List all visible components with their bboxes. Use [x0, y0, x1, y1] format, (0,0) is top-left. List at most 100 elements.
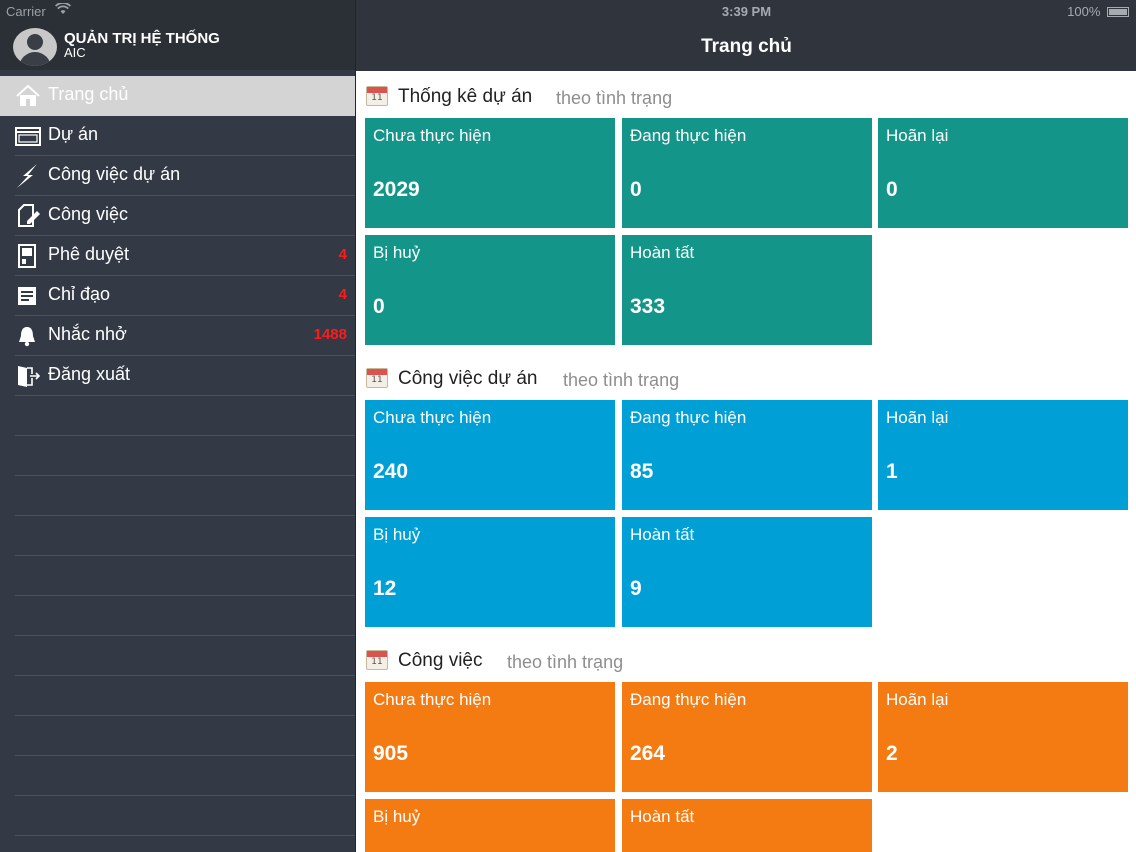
sidebar-item-nhac-nho[interactable]: Nhắc nhở 1488	[15, 316, 355, 356]
sidebar-item-dang-xuat[interactable]: Đăng xuất	[15, 356, 355, 396]
avatar-icon	[13, 28, 57, 66]
sidebar-item-cong-viec-du-an[interactable]: Công việc dự án	[15, 156, 355, 196]
main-content: 3:39 PM 100% Trang chủ 11 Thống kê dự án…	[355, 0, 1136, 852]
stat-tile-completed[interactable]: Hoàn tất	[622, 799, 872, 852]
sidebar-item-label: Chỉ đạo	[48, 284, 111, 304]
section-subtitle: theo tình trạng	[507, 652, 624, 672]
tile-value: 2	[886, 742, 898, 765]
menu-separator	[15, 396, 355, 436]
calendar-icon: 11	[366, 650, 388, 670]
section-subtitle: theo tình trạng	[563, 370, 680, 390]
tile-value: 0	[373, 295, 385, 318]
sidebar-item-chi-dao[interactable]: Chỉ đạo 4	[15, 276, 355, 316]
tile-value: 2029	[373, 178, 420, 201]
section-title: Công việc dự án	[398, 368, 538, 389]
tile-value: 240	[373, 460, 409, 483]
tile-value: 905	[373, 742, 409, 765]
section-title: Thống kê dự án	[398, 86, 533, 107]
tile-value: 85	[630, 460, 654, 483]
tile-label: Hoãn lại	[886, 408, 949, 427]
tile-value: 1	[886, 460, 898, 483]
sidebar-item-label: Đăng xuất	[48, 364, 131, 384]
stat-tile-completed[interactable]: Hoàn tất 333	[622, 235, 872, 345]
tile-label: Hoàn tất	[630, 807, 695, 826]
stat-tile-not-started[interactable]: Chưa thực hiện 240	[365, 400, 615, 510]
battery-icon	[1107, 7, 1129, 17]
tile-label: Bị huỷ	[373, 243, 421, 262]
sidebar-item-phe-duyet[interactable]: Phê duyệt 4	[15, 236, 355, 276]
navigation-bar: 3:39 PM 100% Trang chủ	[356, 0, 1136, 71]
home-icon	[15, 84, 41, 108]
stat-tile-not-started[interactable]: Chưa thực hiện 905	[365, 682, 615, 792]
tile-label: Hoãn lại	[886, 126, 949, 145]
menu-separator	[15, 516, 355, 556]
list-icon	[15, 284, 41, 308]
tile-label: Hoàn tất	[630, 243, 695, 262]
tile-label: Bị huỷ	[373, 807, 421, 826]
stat-tile-in-progress[interactable]: Đang thực hiện 0	[622, 118, 872, 228]
tile-value: 12	[373, 577, 397, 600]
user-name: QUẢN TRỊ HỆ THỐNG	[64, 30, 220, 47]
logout-icon	[15, 364, 41, 388]
menu-separator	[15, 756, 355, 796]
tile-label: Hoãn lại	[886, 690, 949, 709]
menu-separator	[15, 796, 355, 836]
user-org: AIC	[64, 45, 86, 60]
status-bar-left: Carrier	[0, 0, 355, 22]
stat-tile-postponed[interactable]: Hoãn lại 0	[878, 118, 1128, 228]
sidebar-item-cong-viec[interactable]: Công việc	[15, 196, 355, 236]
sidebar: Carrier QUẢN TRỊ HỆ THỐNG AIC Trang chủ …	[0, 0, 355, 852]
stat-tile-postponed[interactable]: Hoãn lại 1	[878, 400, 1128, 510]
lightning-icon	[15, 164, 41, 188]
menu-separator	[15, 676, 355, 716]
section-subtitle: theo tình trạng	[556, 88, 673, 108]
stat-tile-postponed[interactable]: Hoãn lại 2	[878, 682, 1128, 792]
tile-label: Chưa thực hiện	[373, 408, 492, 427]
calendar-icon: 11	[366, 368, 388, 388]
menu-separator	[15, 636, 355, 676]
approval-icon	[15, 244, 41, 268]
sidebar-item-label: Công việc dự án	[48, 164, 181, 184]
sidebar-item-label: Dự án	[48, 124, 99, 144]
tile-label: Đang thực hiện	[630, 408, 747, 427]
tile-label: Hoàn tất	[630, 525, 695, 544]
page-title: Trang chủ	[701, 36, 792, 57]
stat-tile-cancelled[interactable]: Bị huỷ 0	[365, 235, 615, 345]
sidebar-item-label: Trang chủ	[48, 84, 129, 104]
menu-separator	[15, 476, 355, 516]
menu-separator	[15, 836, 355, 852]
tile-value: 333	[630, 295, 666, 318]
stat-tile-in-progress[interactable]: Đang thực hiện 85	[622, 400, 872, 510]
sidebar-item-du-an[interactable]: Dự án	[15, 116, 355, 156]
battery-label: 100%	[1067, 4, 1101, 19]
battery-indicator: 100%	[1067, 4, 1129, 19]
sidebar-item-label: Phê duyệt	[48, 244, 130, 264]
count-badge: 4	[338, 286, 347, 303]
stat-tile-not-started[interactable]: Chưa thực hiện 2029	[365, 118, 615, 228]
stat-tile-cancelled[interactable]: Bị huỷ 12	[365, 517, 615, 627]
menu-separator	[15, 716, 355, 756]
status-time: 3:39 PM	[721, 4, 772, 19]
stat-tile-in-progress[interactable]: Đang thực hiện 264	[622, 682, 872, 792]
tile-value: 0	[630, 178, 642, 201]
edit-document-icon	[15, 204, 41, 228]
tile-value: 264	[630, 742, 666, 765]
sidebar-item-trang-chu[interactable]: Trang chủ	[0, 76, 355, 116]
menu-separator	[15, 596, 355, 636]
tile-label: Chưa thực hiện	[373, 126, 492, 145]
carrier-label: Carrier	[6, 4, 46, 19]
tile-label: Chưa thực hiện	[373, 690, 492, 709]
stat-tile-cancelled[interactable]: Bị huỷ	[365, 799, 615, 852]
menu-separator	[15, 436, 355, 476]
calendar-icon: 11	[366, 86, 388, 106]
section-title: Công việc	[398, 650, 483, 671]
window-icon	[15, 124, 41, 148]
tile-label: Bị huỷ	[373, 525, 421, 544]
count-badge: 4	[338, 246, 347, 263]
tile-label: Đang thực hiện	[630, 690, 747, 709]
user-profile[interactable]: QUẢN TRỊ HỆ THỐNG AIC	[0, 22, 355, 70]
sidebar-item-label: Nhắc nhở	[48, 324, 127, 344]
stat-tile-completed[interactable]: Hoàn tất 9	[622, 517, 872, 627]
sidebar-item-label: Công việc	[48, 204, 129, 224]
bell-icon	[15, 324, 41, 348]
